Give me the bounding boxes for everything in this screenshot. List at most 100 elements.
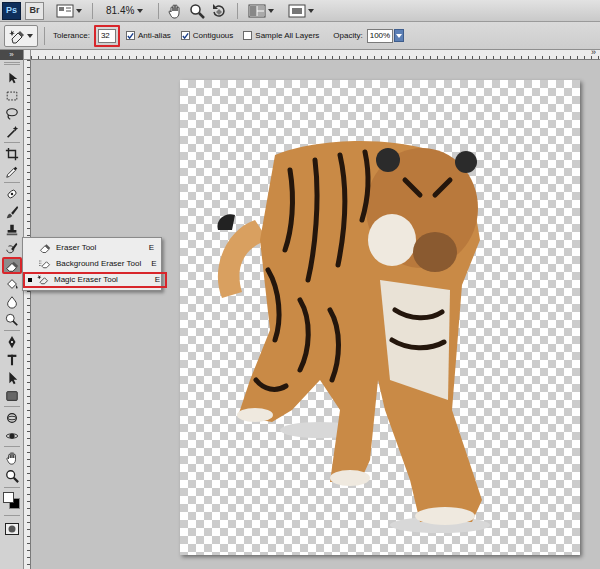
dropdown-arrow-icon bbox=[27, 34, 33, 38]
dropdown-arrow-icon bbox=[396, 34, 402, 38]
dropdown-arrow-icon bbox=[268, 9, 274, 13]
photoshop-window: Ps Br 81.4% Tolerance: bbox=[0, 0, 600, 569]
tool-preset-picker[interactable] bbox=[4, 25, 38, 47]
view-extras-icon bbox=[56, 4, 74, 18]
separator bbox=[44, 27, 45, 45]
brush-tool-icon bbox=[5, 205, 19, 219]
screen-mode-button[interactable] bbox=[286, 4, 316, 18]
tool-button[interactable] bbox=[2, 427, 22, 444]
separator bbox=[4, 182, 20, 183]
separator bbox=[4, 515, 20, 516]
tool-button[interactable] bbox=[2, 351, 22, 368]
color-swatches[interactable] bbox=[2, 491, 22, 511]
tool-button[interactable] bbox=[2, 293, 22, 310]
tool-button[interactable] bbox=[2, 449, 22, 466]
checkmark-icon bbox=[127, 32, 134, 40]
checkbox[interactable] bbox=[181, 31, 190, 40]
tolerance-value: 32 bbox=[101, 30, 110, 42]
hand-icon[interactable] bbox=[167, 3, 183, 19]
dropdown-arrow-icon bbox=[76, 9, 82, 13]
tool-button[interactable] bbox=[2, 163, 22, 180]
quick-mask-button[interactable] bbox=[2, 520, 22, 537]
healing-brush-tool-icon bbox=[5, 187, 19, 201]
tools-panel-toggle[interactable]: » bbox=[0, 50, 23, 60]
tool-menu-item[interactable]: Background Eraser ToolE bbox=[23, 256, 161, 272]
foreground-color-swatch[interactable] bbox=[3, 492, 14, 503]
tool-menu-label: Background Eraser Tool bbox=[56, 258, 141, 270]
checkbox[interactable] bbox=[243, 31, 252, 40]
separator bbox=[4, 330, 20, 331]
arrange-documents-button[interactable] bbox=[246, 4, 276, 18]
document-canvas[interactable] bbox=[180, 80, 580, 555]
tolerance-highlight: 32 bbox=[94, 25, 120, 47]
extras-button[interactable] bbox=[54, 4, 84, 18]
tool-menu-item[interactable]: Magic Eraser Tool E bbox=[23, 272, 167, 288]
bridge-button[interactable]: Br bbox=[25, 2, 44, 20]
tool-button[interactable] bbox=[2, 221, 22, 238]
opacity-slider-button[interactable] bbox=[394, 29, 404, 42]
tool-button[interactable] bbox=[2, 369, 22, 386]
dodge-tool-icon bbox=[5, 313, 19, 327]
shape-tool-icon bbox=[5, 389, 19, 403]
tool-button[interactable] bbox=[2, 467, 22, 484]
tool-button[interactable] bbox=[2, 275, 22, 292]
option-checkbox[interactable]: Sample All Layers bbox=[243, 30, 319, 42]
quick-mask-icon bbox=[5, 523, 19, 535]
panel-dock-toggle[interactable]: » bbox=[591, 48, 596, 57]
zoom-level[interactable]: 81.4% bbox=[103, 3, 146, 18]
toggle-text: » bbox=[9, 51, 13, 59]
tolerance-label: Tolerance: bbox=[53, 30, 90, 42]
tool-button[interactable] bbox=[2, 145, 22, 162]
lasso-tool-icon bbox=[5, 107, 19, 121]
tool-menu-item[interactable]: Eraser ToolE bbox=[23, 240, 161, 256]
dropdown-arrow-icon bbox=[137, 9, 143, 13]
selected-marker bbox=[30, 262, 34, 266]
pen-tool-icon bbox=[5, 335, 19, 349]
tool-button[interactable] bbox=[2, 105, 22, 122]
separator bbox=[4, 142, 20, 143]
rotate-view-icon[interactable] bbox=[211, 3, 227, 19]
option-checkbox[interactable]: Anti-alias bbox=[126, 30, 171, 42]
tool-button[interactable] bbox=[2, 387, 22, 404]
work-area: » bbox=[0, 50, 600, 569]
background-eraser-icon bbox=[38, 258, 52, 270]
eraser-icon bbox=[38, 242, 52, 254]
photoshop-logo[interactable]: Ps bbox=[2, 2, 21, 20]
3d-rotate-tool-icon bbox=[5, 411, 19, 425]
tool-button[interactable] bbox=[2, 333, 22, 350]
history-brush-tool-icon bbox=[5, 241, 19, 255]
tool-button[interactable] bbox=[2, 185, 22, 202]
eraser-tool-icon bbox=[5, 259, 19, 273]
tool-button[interactable] bbox=[2, 409, 22, 426]
3d-orbit-tool-icon bbox=[5, 429, 19, 443]
arrange-documents-icon bbox=[248, 4, 266, 18]
canvas-row: » bbox=[24, 60, 600, 569]
tool-button[interactable] bbox=[2, 257, 22, 274]
tool-button[interactable] bbox=[2, 123, 22, 140]
zoom-text: 81.4% bbox=[106, 3, 134, 18]
tolerance-field[interactable]: 32 bbox=[98, 29, 116, 43]
tool-button[interactable] bbox=[2, 311, 22, 328]
separator bbox=[4, 406, 20, 407]
zoom-icon[interactable] bbox=[189, 3, 205, 19]
bridge-text: Br bbox=[29, 4, 39, 18]
separator bbox=[237, 3, 238, 19]
tool-flyout-menu: Eraser ToolEBackground Eraser ToolEMagic… bbox=[22, 237, 162, 291]
checkbox[interactable] bbox=[126, 31, 135, 40]
tool-button[interactable] bbox=[2, 203, 22, 220]
opacity-field[interactable]: 100% bbox=[367, 29, 393, 43]
options-bar: Tolerance: 32 Anti-alias Contiguous Sample… bbox=[0, 22, 600, 50]
tool-menu-shortcut: E bbox=[149, 242, 154, 254]
tool-list bbox=[2, 69, 22, 537]
tool-menu-shortcut: E bbox=[155, 274, 160, 286]
tool-button[interactable] bbox=[2, 87, 22, 104]
tool-button[interactable] bbox=[2, 69, 22, 86]
option-checkboxes: Anti-alias Contiguous Sample All Layers bbox=[126, 30, 319, 42]
tool-menu-label: Magic Eraser Tool bbox=[54, 274, 145, 286]
option-checkbox[interactable]: Contiguous bbox=[181, 30, 233, 42]
hand-tool-icon bbox=[5, 451, 19, 465]
panel-grip[interactable] bbox=[4, 62, 20, 65]
tool-button[interactable] bbox=[2, 239, 22, 256]
tiger-photo-icon bbox=[180, 80, 580, 555]
opacity-label: Opacity: bbox=[333, 30, 362, 42]
